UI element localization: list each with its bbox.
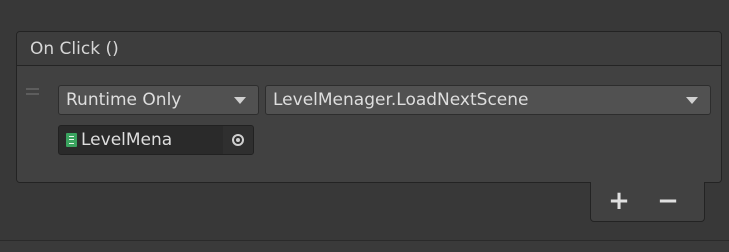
call-mode-dropdown[interactable]: Runtime Only (58, 85, 259, 115)
next-inspector-section (0, 241, 729, 252)
add-listener-button[interactable]: + (599, 188, 639, 214)
listener-row: Runtime Only LevelMenager.LoadNextScene … (17, 66, 721, 182)
chevron-down-icon (686, 97, 698, 104)
function-dropdown[interactable]: LevelMenager.LoadNextScene (265, 85, 711, 115)
chevron-down-icon (234, 97, 246, 104)
event-header: On Click () (17, 32, 721, 66)
object-picker-icon (232, 134, 244, 146)
function-label: LevelMenager.LoadNextScene (273, 90, 529, 110)
script-icon (66, 133, 77, 147)
target-object-field[interactable]: LevelMena (58, 125, 254, 155)
event-title: On Click () (30, 38, 119, 59)
remove-listener-button[interactable]: − (648, 188, 688, 214)
target-object-label: LevelMena (81, 130, 173, 150)
call-mode-label: Runtime Only (66, 90, 182, 110)
object-picker-button[interactable] (223, 126, 253, 154)
on-click-event-panel: On Click () Runtime Only LevelMenager.Lo… (16, 31, 722, 183)
list-footer: + − (590, 182, 705, 222)
drag-handle-icon[interactable] (26, 88, 39, 96)
